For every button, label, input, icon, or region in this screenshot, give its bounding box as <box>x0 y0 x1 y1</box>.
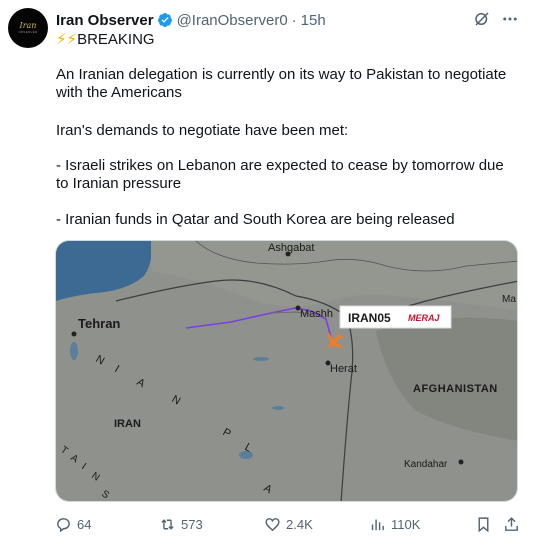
tweet-actions: 64 573 2.4K 110K <box>55 514 520 534</box>
tweet-header: Iran Observer @IranObserver0 · 15h <box>56 10 326 30</box>
tweet-paragraph-3: - Israeli strikes on Lebanon are expecte… <box>56 157 504 192</box>
tweet-paragraph-2: Iran's demands to negotiate have been me… <box>56 122 349 139</box>
grok-icon[interactable] <box>473 10 491 28</box>
map-label-ashgabat: Ashgabat <box>268 242 314 254</box>
heart-icon <box>265 517 280 531</box>
like-button[interactable]: 2.4K <box>264 514 313 534</box>
bookmark-icon <box>478 516 489 532</box>
reply-button[interactable]: 64 <box>55 514 91 534</box>
map-label-mashhad: Mashh <box>300 308 333 320</box>
repost-button[interactable]: 573 <box>159 514 203 534</box>
share-button[interactable] <box>503 514 520 534</box>
map-label-afghanistan: AFGHANISTAN <box>413 383 498 395</box>
map-label-ma: Ma <box>502 294 516 305</box>
airline-logo: MERAJ <box>408 313 440 323</box>
timestamp[interactable]: 15h <box>301 12 326 29</box>
verified-badge-icon <box>157 13 172 27</box>
map-label-herat: Herat <box>330 363 357 375</box>
author-handle[interactable]: @IranObserver0 <box>177 12 288 29</box>
reply-icon <box>57 517 70 532</box>
lightning-icon: ⚡⚡ <box>56 31 78 48</box>
flight-callsign: IRAN05 <box>348 311 391 325</box>
bookmark-button[interactable] <box>475 514 492 534</box>
flight-map-image[interactable]: Ashgabat Tehran Mashh IRAN05 MERAJ Herat… <box>55 240 518 502</box>
breaking-label: BREAKING <box>77 30 155 48</box>
top-right-actions <box>473 10 519 28</box>
views-button[interactable]: 110K <box>369 514 420 534</box>
map-label-tehran: Tehran <box>78 316 120 331</box>
share-icon <box>505 516 518 531</box>
view-count: 110K <box>391 516 421 532</box>
tweet-paragraph-1: An Iranian delegation is currently on it… <box>56 66 507 101</box>
breaking-line: ⚡⚡ BREAKING <box>56 30 155 49</box>
avatar-subtext: OBSERVER <box>18 30 38 34</box>
map-label-kandahar: Kandahar <box>404 459 448 470</box>
repost-count: 573 <box>181 516 203 532</box>
reply-count: 64 <box>77 516 92 532</box>
separator-dot: · <box>291 11 297 29</box>
tweet-paragraph-4: - Iranian funds in Qatar and South Korea… <box>56 211 455 228</box>
avatar[interactable]: Iran OBSERVER <box>8 8 48 48</box>
map-label-iran: IRAN <box>114 418 141 430</box>
author-name[interactable]: Iran Observer <box>56 12 154 29</box>
more-options-icon[interactable] <box>501 10 519 28</box>
repost-icon <box>161 518 174 530</box>
like-count: 2.4K <box>286 516 313 532</box>
map-svg: Ashgabat Tehran Mashh IRAN05 MERAJ Herat… <box>56 241 517 501</box>
avatar-text: Iran <box>19 21 37 30</box>
views-bar-chart-icon <box>371 519 384 530</box>
